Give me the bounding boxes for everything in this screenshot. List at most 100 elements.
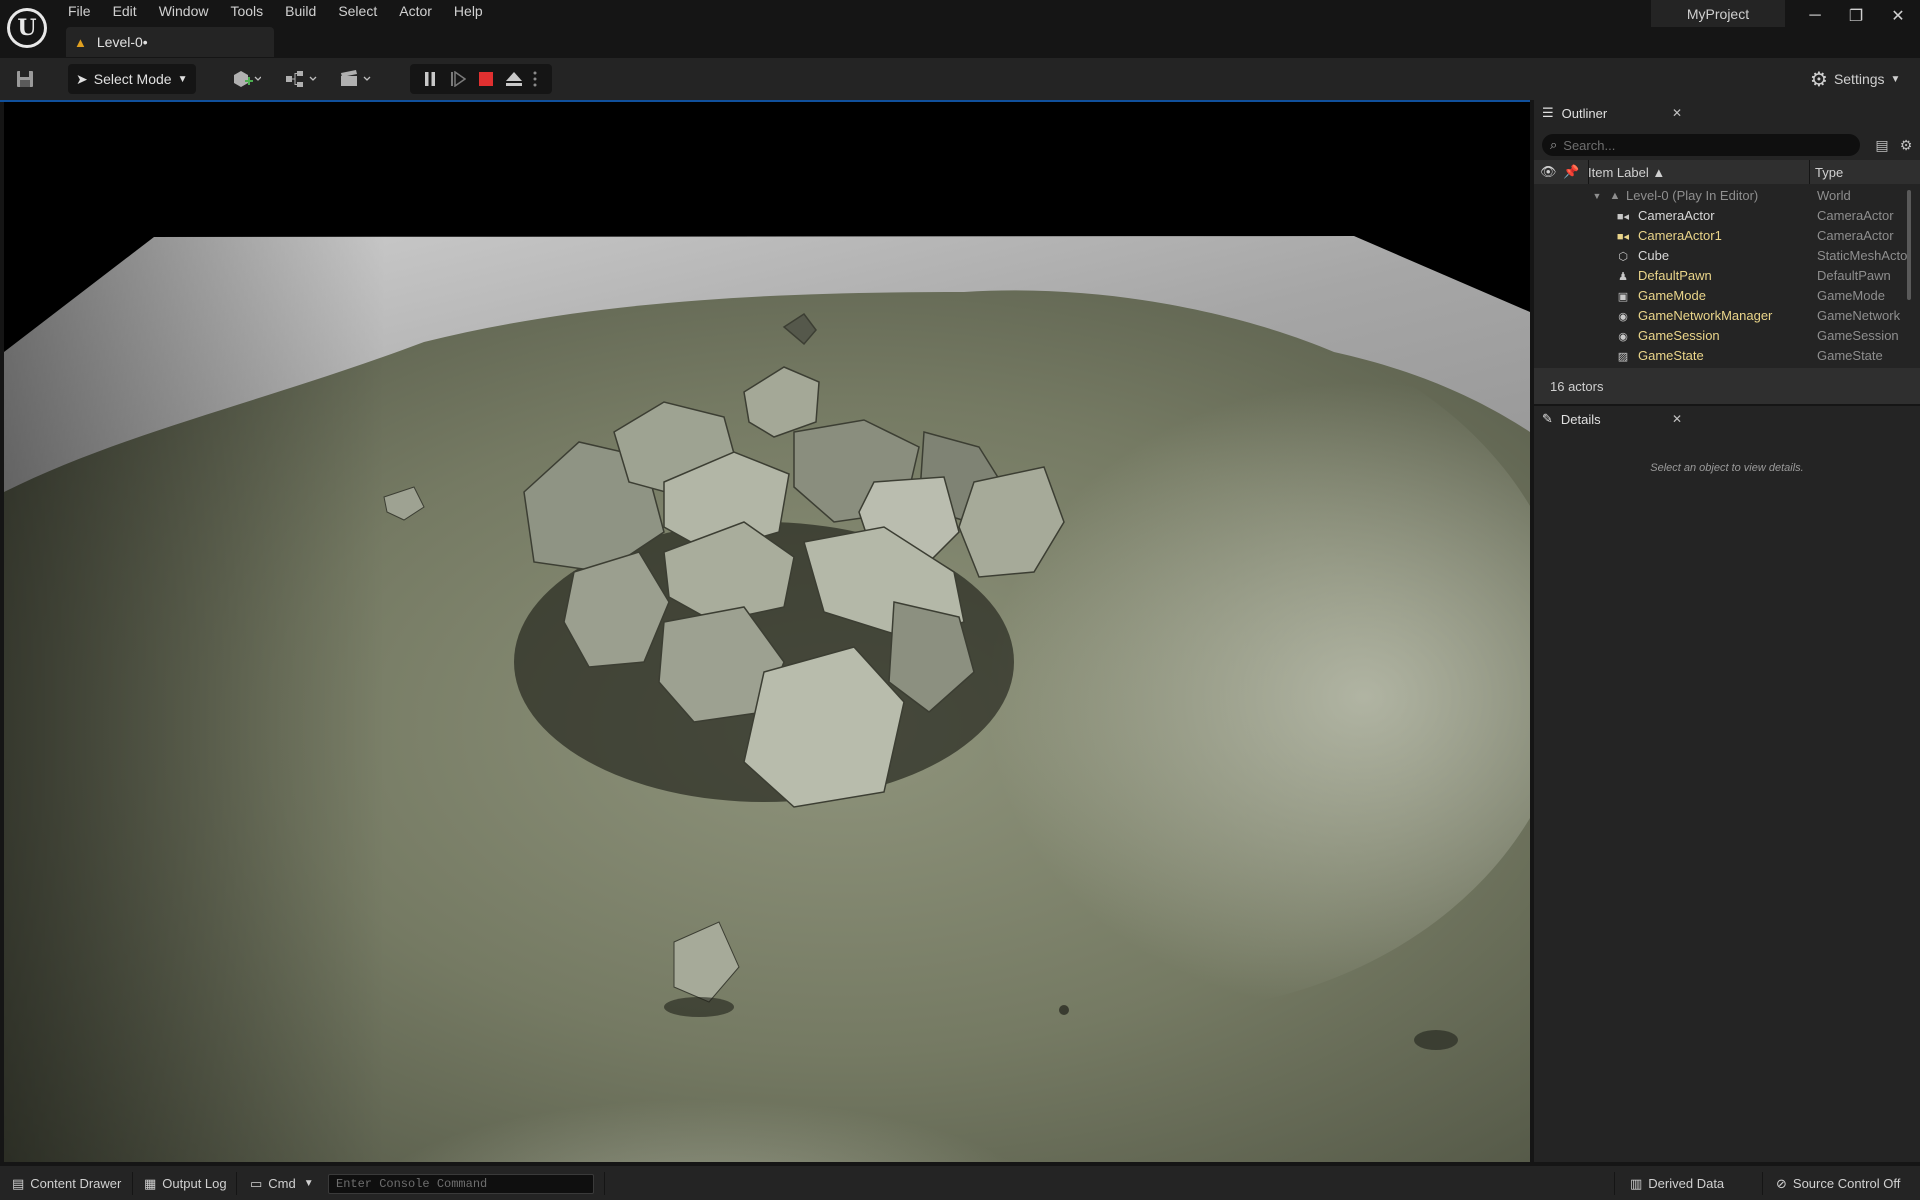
chevron-down-icon[interactable]: ▼ (1590, 189, 1604, 203)
actor-type: GameNetwork (1817, 308, 1901, 323)
add-actor-icon[interactable] (226, 64, 266, 94)
outliner-tab[interactable]: ☰ Outliner ✕ (1534, 100, 1694, 126)
console-command-field[interactable] (328, 1174, 594, 1194)
level-tab[interactable]: ▲ Level-0• (66, 27, 274, 57)
select-mode-label: Select Mode (93, 71, 172, 87)
tree-row-gamenetworkmanager[interactable]: ◉ GameNetworkManager GameNetwork (1534, 306, 1914, 326)
chevron-down-icon: ▼ (1890, 73, 1901, 85)
outliner-header: 👁 📌 Item Label ▲ Type (1534, 160, 1920, 184)
actor-type: GameState (1817, 348, 1883, 363)
console-command-input[interactable] (329, 1175, 593, 1193)
minimize-button[interactable]: ─ (1795, 4, 1835, 28)
pencil-icon: ✎ (1542, 411, 1553, 426)
world-label: Level-0 (Play In Editor) (1626, 188, 1759, 203)
gear-icon: ⚙ (1810, 68, 1828, 91)
derived-data-label: Derived Data (1648, 1176, 1725, 1191)
skip-frame-icon[interactable] (444, 64, 472, 94)
level-tab-label: Level-0• (96, 34, 148, 50)
blueprint-icon[interactable] (282, 64, 322, 94)
close-window-button[interactable]: ✕ (1878, 4, 1918, 28)
details-tab[interactable]: ✎ Details ✕ (1534, 406, 1694, 432)
menu-window[interactable]: Window (148, 0, 220, 24)
cmd-dropdown[interactable]: ▭ Cmd ▼ (250, 1166, 314, 1200)
divider (1762, 1172, 1763, 1195)
actor-type: GameMode (1817, 288, 1885, 303)
close-icon[interactable]: ✕ (1672, 412, 1682, 426)
tree-row-gamesession[interactable]: ◉ GameSession GameSession (1534, 326, 1914, 346)
actor-type: GameSession (1817, 328, 1899, 343)
tree-row-cube[interactable]: ⬡ Cube StaticMeshActor (1534, 246, 1914, 266)
tree-row-gamemode[interactable]: ▣ GameMode GameMode (1534, 286, 1914, 306)
gear-icon[interactable]: ⚙ (1896, 135, 1916, 155)
pin-icon[interactable]: 📌 (1563, 160, 1579, 184)
camera-icon: ■◂ (1616, 230, 1630, 243)
menu-build[interactable]: Build (274, 0, 327, 24)
menu-file[interactable]: File (62, 0, 102, 24)
search-input[interactable] (1563, 137, 1844, 153)
viewport-scene (4, 102, 1530, 1162)
output-log-label: Output Log (162, 1176, 227, 1191)
chevron-down-icon: ▼ (177, 73, 188, 85)
tree-row-defaultpawn[interactable]: ♟ DefaultPawn DefaultPawn (1534, 266, 1914, 286)
menu-select[interactable]: Select (327, 0, 388, 24)
actor-label: DefaultPawn (1638, 268, 1712, 283)
cursor-icon: ➤ (76, 70, 88, 87)
divider (132, 1172, 133, 1195)
actor-type: CameraActor (1817, 228, 1894, 243)
menu-help[interactable]: Help (443, 0, 494, 24)
details-tab-label: Details (1560, 411, 1601, 427)
game-mode-icon: ▣ (1617, 290, 1629, 303)
close-icon[interactable]: ✕ (1672, 106, 1682, 120)
actor-label: CameraActor1 (1638, 228, 1722, 243)
level-viewport[interactable] (4, 102, 1530, 1162)
tree-row-cameraactor1[interactable]: ■◂ CameraActor1 CameraActor (1534, 226, 1914, 246)
search-icon: ⌕ (1550, 137, 1558, 152)
actor-label: Cube (1638, 248, 1670, 263)
terminal-icon: ▭ (250, 1175, 263, 1191)
actor-type: CameraActor (1817, 208, 1894, 223)
outliner-scrollbar[interactable] (1907, 190, 1911, 300)
game-state-icon: ▨ (1617, 350, 1629, 363)
item-label-column[interactable]: Item Label ▲ (1588, 160, 1665, 184)
outliner-panel: ☰ Outliner ✕ ⌕ ▤ ⚙ 👁 📌 Item Label ▲ Type… (1534, 100, 1920, 404)
tree-row-world[interactable]: ▼ ▲ Level-0 (Play In Editor) World (1534, 186, 1914, 206)
static-mesh-icon: ⬡ (1618, 250, 1628, 263)
tree-row-cameraactor[interactable]: ■◂ CameraActor CameraActor (1534, 206, 1914, 226)
output-log-button[interactable]: ▦ Output Log (144, 1166, 227, 1200)
cmd-label: Cmd (268, 1176, 296, 1191)
more-options-icon[interactable] (524, 64, 546, 94)
content-drawer-button[interactable]: ▤ Content Drawer (12, 1166, 121, 1200)
source-control-button[interactable]: ⊘ Source Control Off (1776, 1166, 1900, 1200)
save-icon[interactable] (12, 64, 38, 94)
actor-label: GameSession (1638, 328, 1720, 343)
settings-button[interactable]: ⚙ Settings ▼ (1810, 64, 1900, 94)
settings-label: Settings (1833, 71, 1885, 87)
menu-actor[interactable]: Actor (388, 0, 443, 24)
divider (1614, 1172, 1615, 1195)
details-panel: ✎ Details ✕ Select an object to view det… (1534, 406, 1920, 1162)
stop-icon[interactable] (472, 64, 500, 94)
tree-row-gamestate[interactable]: ▨ GameState GameState (1534, 346, 1914, 366)
actor-type: DefaultPawn (1817, 268, 1891, 283)
menu-bar: File Edit Window Tools Build Select Acto… (62, 0, 494, 24)
title-bar: U File Edit Window Tools Build Select Ac… (0, 0, 1920, 58)
actor-label: GameMode (1638, 288, 1706, 303)
outliner-search[interactable]: ⌕ (1542, 134, 1860, 156)
derived-data-button[interactable]: ▥ Derived Data (1630, 1166, 1724, 1200)
details-empty-message: Select an object to view details. (1650, 462, 1804, 474)
column-divider (1809, 160, 1810, 184)
select-mode-dropdown[interactable]: ➤ Select Mode ▼ (68, 64, 196, 94)
chevron-down-icon: ▼ (303, 1178, 314, 1189)
restore-button[interactable]: ❐ (1836, 4, 1876, 28)
cinematics-icon[interactable] (336, 64, 376, 94)
status-bar: ▤ Content Drawer ▦ Output Log ▭ Cmd ▼ ▥ … (0, 1165, 1920, 1200)
add-folder-icon[interactable]: ▤ (1872, 135, 1892, 155)
menu-edit[interactable]: Edit (102, 0, 148, 24)
visibility-eye-icon[interactable]: 👁 (1540, 160, 1557, 184)
unreal-logo-icon[interactable]: U (7, 8, 47, 48)
pause-icon[interactable] (416, 64, 444, 94)
level-icon: ▲ (74, 34, 87, 50)
menu-tools[interactable]: Tools (219, 0, 274, 24)
type-column[interactable]: Type (1815, 160, 1843, 184)
project-name[interactable]: MyProject (1651, 0, 1785, 27)
